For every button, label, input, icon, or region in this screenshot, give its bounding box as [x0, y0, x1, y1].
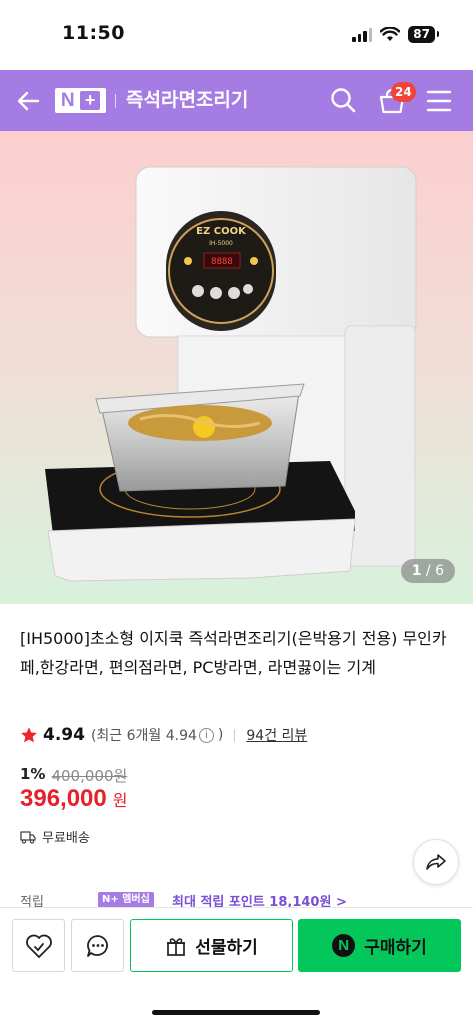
- logo-n: N: [60, 90, 75, 111]
- cellular-signal-icon: [352, 27, 373, 42]
- share-button[interactable]: [413, 839, 459, 885]
- logo-plus: +: [80, 91, 101, 110]
- product-title: [IH5000]초소형 이지쿡 즉석라면조리기(은박용기 전용) 무인카페,한강…: [20, 629, 447, 677]
- discount-rate: 1%: [20, 765, 46, 783]
- chat-inquiry-button[interactable]: [71, 919, 124, 972]
- status-bar: 11:50 87: [0, 0, 473, 70]
- heart-icon: [25, 934, 52, 958]
- discount-row: 1% 400,000원: [20, 765, 127, 786]
- final-price-amount: 396,000: [20, 785, 107, 812]
- info-icon[interactable]: i: [198, 727, 214, 743]
- status-icons: 87: [352, 26, 439, 43]
- rating-detail: (최근 6개월 4.94: [90, 728, 197, 744]
- device-brand-text: EZ COOK: [196, 226, 247, 237]
- shipping-info: 무료배송: [20, 827, 90, 846]
- truck-icon: [20, 830, 36, 844]
- header-divider: [115, 94, 116, 108]
- rating-detail-close: ): [217, 727, 224, 743]
- battery-level: 87: [408, 26, 439, 43]
- ramen-cooker-product-image: EZ COOK IH-5000 8888: [45, 166, 417, 582]
- cart-count-badge: 24: [391, 82, 416, 102]
- search-icon[interactable]: [329, 86, 357, 114]
- buy-button-label: 구매하기: [364, 938, 427, 958]
- naver-plus-store-logo[interactable]: N +: [55, 88, 106, 113]
- gift-button[interactable]: 선물하기: [130, 919, 293, 972]
- image-current-index: 1: [411, 563, 422, 579]
- device-model-text: IH-5000: [209, 240, 233, 247]
- device-display-text: 8888: [211, 257, 233, 267]
- image-page-counter: 1 / 6: [400, 559, 455, 583]
- hamburger-menu-icon[interactable]: [425, 88, 453, 114]
- review-count-link[interactable]: 94건 리뷰: [246, 725, 307, 745]
- star-icon: [21, 727, 37, 743]
- back-arrow-icon[interactable]: [14, 86, 44, 116]
- wishlist-button[interactable]: [12, 919, 65, 972]
- share-icon: [426, 854, 446, 870]
- image-total-count: / 6: [425, 563, 444, 579]
- wifi-icon: [380, 27, 401, 41]
- chat-bubble-icon: [86, 934, 108, 957]
- gift-button-label: 선물하기: [195, 938, 258, 958]
- home-indicator: [152, 1010, 320, 1015]
- shipping-text: 무료배송: [42, 831, 90, 846]
- status-time: 11:50: [62, 22, 125, 44]
- rating-divider: [234, 728, 236, 742]
- original-price: 400,000원: [51, 767, 128, 785]
- product-image-gallery[interactable]: EZ COOK IH-5000 8888 1 / 6: [0, 131, 473, 604]
- rating-score: 4.94: [43, 725, 85, 745]
- buy-button[interactable]: N 구매하기: [298, 919, 461, 972]
- rating-row: 4.94 (최근 6개월 4.94 i ) 94건 리뷰: [20, 725, 307, 745]
- naver-pay-n-icon: N: [332, 934, 356, 957]
- top-navigation-bar: N + 즉석라면조리기 24: [0, 70, 473, 131]
- page-title: 즉석라면조리기: [126, 89, 249, 111]
- gift-icon: [167, 937, 186, 956]
- final-price: 396,000 원: [20, 785, 128, 813]
- membership-badge: N+ 멤버십: [98, 892, 154, 908]
- bottom-action-bar: 선물하기 N 구매하기: [0, 907, 473, 1024]
- final-price-currency: 원: [112, 791, 128, 810]
